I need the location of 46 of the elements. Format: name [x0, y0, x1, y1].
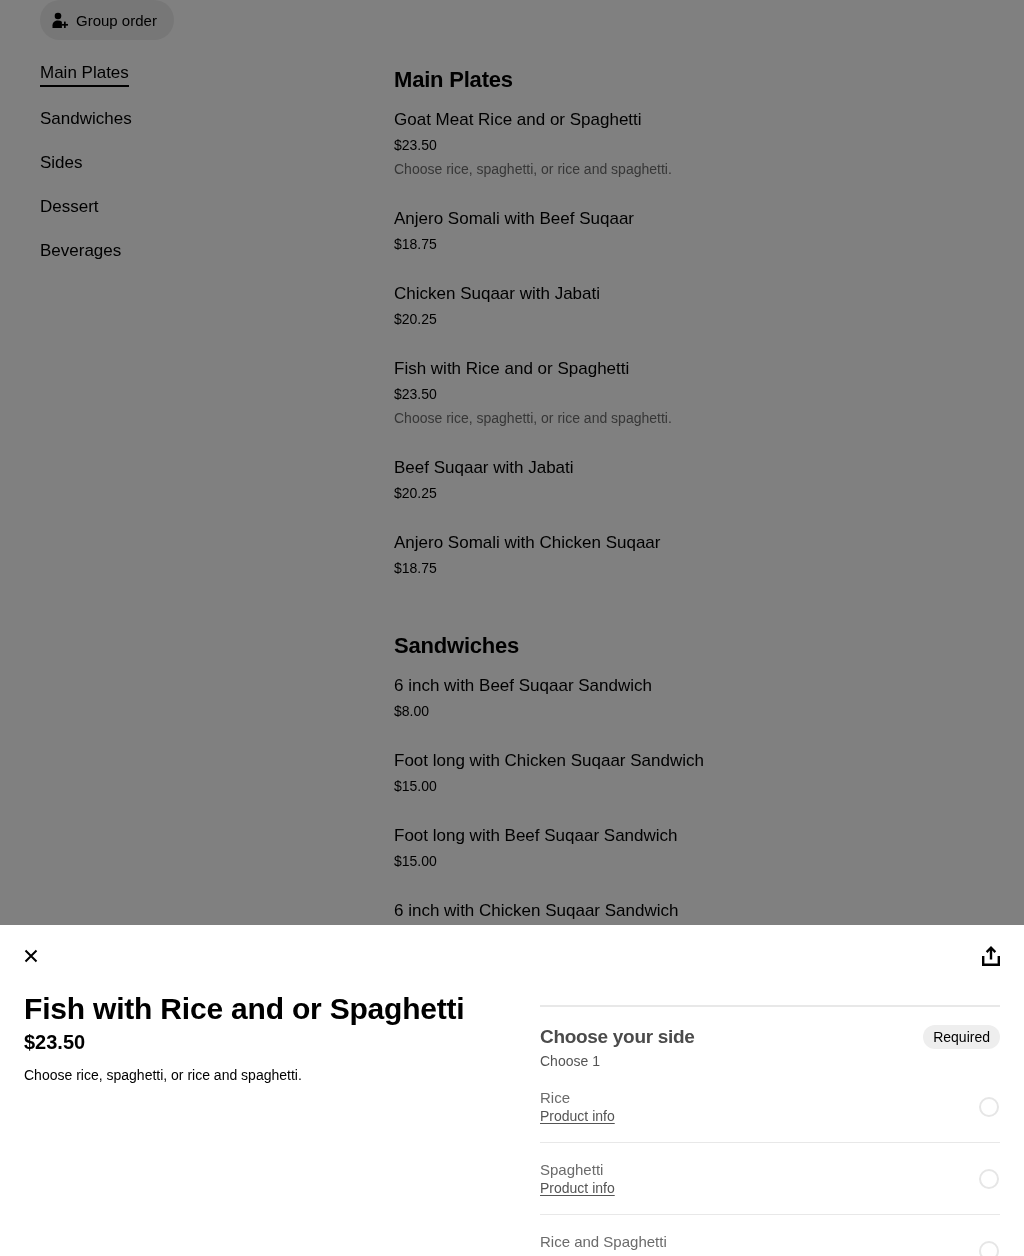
share-icon[interactable]: [982, 946, 1000, 966]
menu-item-price: $15.00: [394, 777, 437, 796]
menu-item-name: Chicken Suqaar with Jabati: [394, 283, 600, 305]
menu-item-price: $15.00: [394, 852, 437, 871]
required-badge: Required: [923, 1025, 1000, 1049]
item-title: Fish with Rice and or Spaghetti: [24, 991, 465, 1027]
menu-item-price: $20.25: [394, 484, 437, 503]
menu-item-description: Choose rice, spaghetti, or rice and spaghetti.: [394, 409, 672, 428]
item-price: $23.50: [24, 1030, 86, 1054]
menu-item-name: Foot long with Chicken Suqaar Sandwich: [394, 750, 704, 772]
menu-item-name: Goat Meat Rice and or Spaghetti: [394, 109, 642, 131]
section-heading: Sandwiches: [394, 632, 520, 660]
person-plus-icon: [52, 12, 68, 28]
sidebar-item[interactable]: Dessert: [40, 195, 99, 219]
sidebar-item[interactable]: Sides: [40, 151, 83, 175]
option-name: Spaghetti: [540, 1161, 604, 1179]
menu-item-name: Anjero Somali with Chicken Suqaar: [394, 532, 661, 554]
menu-item-name: 6 inch with Chicken Suqaar Sandwich: [394, 900, 679, 922]
sidebar-item[interactable]: Sandwiches: [40, 107, 132, 131]
menu-item-price: $23.50: [394, 136, 437, 155]
menu-item-name: 6 inch with Beef Suqaar Sandwich: [394, 675, 652, 697]
menu-item-price: $23.50: [394, 385, 437, 404]
radio-button[interactable]: [979, 1169, 999, 1189]
radio-button[interactable]: [979, 1097, 999, 1117]
menu-item-price: $8.00: [394, 702, 430, 721]
menu-item-price: $20.25: [394, 310, 437, 329]
radio-button[interactable]: [979, 1241, 999, 1256]
option-name: Rice and Spaghetti: [540, 1233, 667, 1251]
menu-item-name: Fish with Rice and or Spaghetti: [394, 358, 630, 380]
menu-item-price: $18.75: [394, 235, 437, 254]
close-icon[interactable]: [24, 949, 38, 963]
product-info-link[interactable]: Product info: [540, 1107, 615, 1125]
product-info-link[interactable]: Product info: [540, 1179, 615, 1197]
menu-item-name: Foot long with Beef Suqaar Sandwich: [394, 825, 678, 847]
section-heading: Main Plates: [394, 66, 513, 94]
menu-item-price: $18.75: [394, 559, 437, 578]
sidebar-item[interactable]: Beverages: [40, 239, 122, 263]
menu-item-name: Beef Suqaar with Jabati: [394, 457, 574, 479]
group-order-button[interactable]: Group order: [40, 0, 174, 40]
item-description: Choose rice, spaghetti, or rice and spaghetti.: [24, 1066, 302, 1085]
menu-item-description: Choose rice, spaghetti, or rice and spaghetti.: [394, 160, 672, 179]
sidebar-item[interactable]: Main Plates: [40, 61, 129, 87]
choice-count-hint: Choose 1: [540, 1052, 600, 1071]
menu-item-name: Anjero Somali with Beef Suqaar: [394, 208, 635, 230]
option-group-title: Choose your side: [540, 1025, 695, 1049]
option-name: Rice: [540, 1089, 570, 1107]
